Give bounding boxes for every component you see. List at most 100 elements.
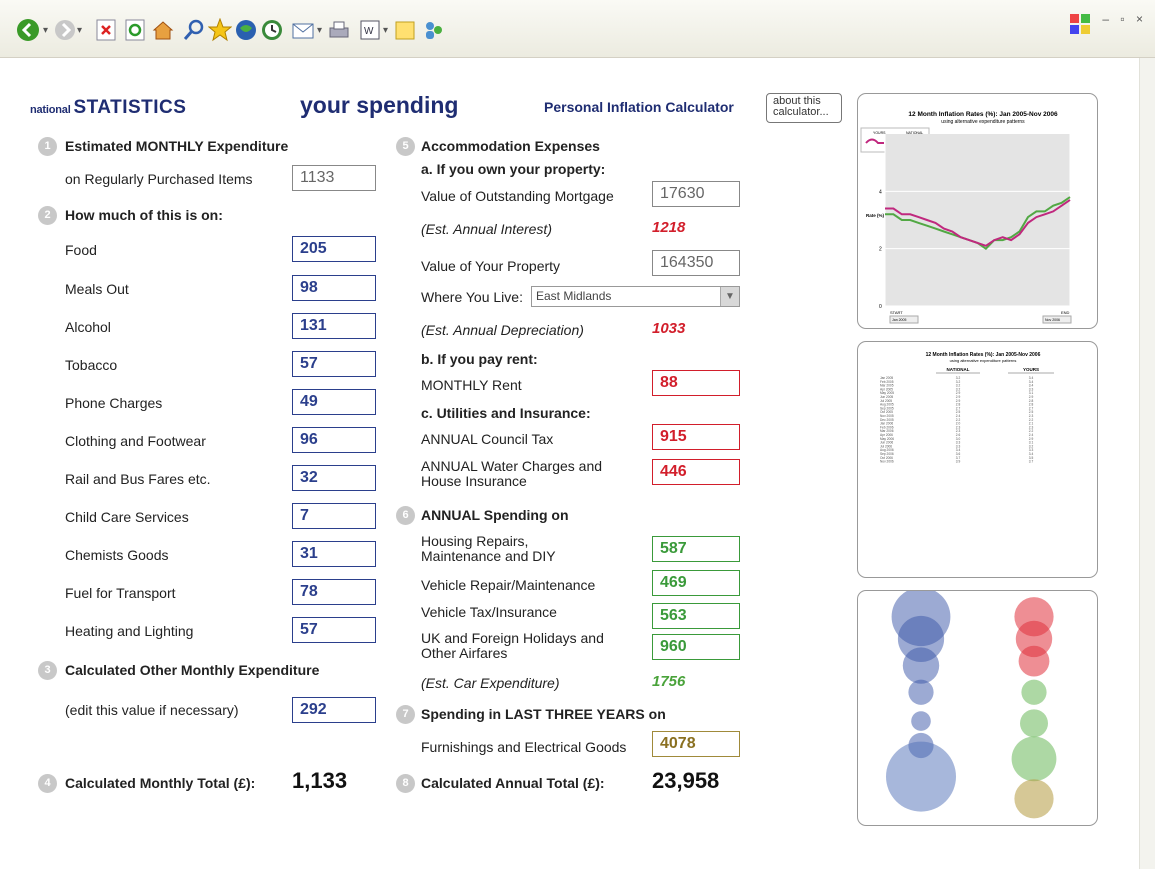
bubble-yours xyxy=(1018,645,1050,677)
bubble-chart-panel xyxy=(857,590,1098,826)
item-value-input[interactable]: 7 xyxy=(292,503,376,529)
field-label: (Est. Car Expenditure) xyxy=(421,675,560,691)
favorites-icon[interactable] xyxy=(207,17,233,43)
back-dropdown-icon[interactable]: ▾ xyxy=(43,25,48,36)
step-badge: 7 xyxy=(396,705,415,724)
page-subtitle: Personal Inflation Calculator xyxy=(544,99,734,115)
item-value-input[interactable]: 57 xyxy=(292,617,376,643)
inflation-table: 12 Month Inflation Rates (%): Jan 2005-N… xyxy=(880,352,1054,464)
field-label: (Est. Annual Depreciation) xyxy=(421,322,584,338)
about-button[interactable]: about this calculator... xyxy=(766,93,842,123)
sub-heading: a. If you own your property: xyxy=(421,161,606,177)
item-label: Meals Out xyxy=(65,281,129,297)
section-heading: How much of this is on: xyxy=(65,207,223,223)
water-insurance-input[interactable]: 446 xyxy=(652,459,740,485)
furnishings-input[interactable]: 4078 xyxy=(652,731,740,757)
field-label: Where You Live: xyxy=(421,289,523,305)
field-label: (edit this value if necessary) xyxy=(65,702,239,718)
vehicle-repair-input[interactable]: 469 xyxy=(652,570,740,596)
item-label: Tobacco xyxy=(65,357,118,373)
item-label: Child Care Services xyxy=(65,509,189,525)
item-value-input[interactable]: 131 xyxy=(292,313,376,339)
property-input[interactable]: 164350 xyxy=(652,250,740,276)
x-start-label: START xyxy=(890,310,903,315)
rent-input[interactable]: 88 xyxy=(652,370,740,396)
chart-subtitle: using alternative expenditure patterns xyxy=(941,119,1025,125)
step-badge: 2 xyxy=(38,206,57,225)
region-select[interactable]: East Midlands ▼ xyxy=(531,286,740,307)
mortgage-input[interactable]: 17630 xyxy=(652,181,740,207)
refresh-icon[interactable] xyxy=(122,17,148,43)
messenger-icon[interactable] xyxy=(421,17,447,43)
chevron-down-icon[interactable]: ▼ xyxy=(720,287,739,306)
browser-toolbar: ▾ ▾ ▾ W ▾ – ▫ × xyxy=(0,0,1155,58)
item-value-input[interactable]: 98 xyxy=(292,275,376,301)
other-expenditure-input[interactable]: 292 xyxy=(292,697,376,723)
mail-icon[interactable] xyxy=(290,17,316,43)
step-badge: 1 xyxy=(38,137,57,156)
section-heading: ANNUAL Spending on xyxy=(421,507,569,523)
history-icon[interactable] xyxy=(259,17,285,43)
bubble-national xyxy=(902,647,940,684)
bubble-chart xyxy=(886,591,1057,819)
step-badge: 6 xyxy=(396,506,415,525)
item-label: Chemists Goods xyxy=(65,547,169,563)
monthly-total-value: 1,133 xyxy=(292,768,348,793)
item-value-input[interactable]: 78 xyxy=(292,579,376,605)
item-label: Alcohol xyxy=(65,319,111,335)
print-icon[interactable] xyxy=(326,17,352,43)
field-label: (Est. Annual Interest) xyxy=(421,221,552,237)
section-heading: Accommodation Expenses xyxy=(421,138,600,154)
chart-title: 12 Month Inflation Rates (%): Jan 2005-N… xyxy=(908,111,1058,118)
item-label: Food xyxy=(65,242,97,258)
step-badge: 5 xyxy=(396,137,415,156)
item-value-input[interactable]: 96 xyxy=(292,427,376,453)
item-value-input[interactable]: 57 xyxy=(292,351,376,377)
section-heading: Calculated Other Monthly Expenditure xyxy=(65,662,320,678)
item-label: Rail and Bus Fares etc. xyxy=(65,471,211,487)
field-label: Value of Outstanding Mortgage xyxy=(421,188,614,204)
field-label: Housing Repairs, Maintenance and DIY xyxy=(421,533,556,564)
folder-icon[interactable] xyxy=(393,17,419,43)
repairs-input[interactable]: 587 xyxy=(652,536,740,562)
field-label: ANNUAL Council Tax xyxy=(421,431,554,447)
item-value-input[interactable]: 32 xyxy=(292,465,376,491)
y-tick-label: 4 xyxy=(879,189,882,195)
field-label: MONTHLY Rent xyxy=(421,377,522,393)
edit-icon[interactable]: W xyxy=(357,17,383,43)
vertical-scrollbar[interactable] xyxy=(1139,58,1155,869)
bubble-yours xyxy=(1011,736,1057,782)
app-window: ▾ ▾ ▾ W ▾ – ▫ × national STATISTICS your… xyxy=(0,0,1155,869)
item-value-input[interactable]: 31 xyxy=(292,541,376,567)
back-icon[interactable] xyxy=(15,17,41,43)
stop-icon[interactable] xyxy=(93,17,119,43)
media-icon[interactable] xyxy=(233,17,259,43)
table-col-header: YOURS xyxy=(1023,367,1039,372)
forward-dropdown-icon[interactable]: ▾ xyxy=(77,25,82,36)
bubble-yours xyxy=(1020,709,1048,738)
table-cell: 3.7 xyxy=(1029,460,1034,464)
mail-dropdown-icon[interactable]: ▾ xyxy=(317,25,322,36)
item-label: Fuel for Transport xyxy=(65,585,176,601)
vehicle-tax-input[interactable]: 563 xyxy=(652,603,740,629)
bubble-national xyxy=(911,711,931,731)
edit-dropdown-icon[interactable]: ▾ xyxy=(383,25,388,36)
monthly-total-label: Calculated Monthly Total (£): xyxy=(65,775,256,791)
field-label: ANNUAL Water Charges and House Insurance xyxy=(421,458,603,489)
forward-icon[interactable] xyxy=(52,17,78,43)
x-end-label: END xyxy=(1061,310,1070,315)
bubble-yours xyxy=(1021,679,1047,705)
holidays-input[interactable]: 960 xyxy=(652,634,740,660)
monthly-expenditure-input[interactable]: 1133 xyxy=(292,165,376,191)
car-expenditure-value: 1756 xyxy=(652,673,686,690)
item-value-input[interactable]: 49 xyxy=(292,389,376,415)
item-value-input[interactable]: 205 xyxy=(292,236,376,262)
table-cell: Nov 2006 xyxy=(880,460,894,464)
council-tax-input[interactable]: 915 xyxy=(652,424,740,450)
window-controls-icon[interactable]: – ▫ × xyxy=(1102,12,1147,26)
section-heading: Estimated MONTHLY Expenditure xyxy=(65,138,289,154)
item-label: Clothing and Footwear xyxy=(65,433,206,449)
home-icon[interactable] xyxy=(150,17,176,43)
field-label: Value of Your Property xyxy=(421,258,561,274)
search-icon[interactable] xyxy=(181,17,207,43)
